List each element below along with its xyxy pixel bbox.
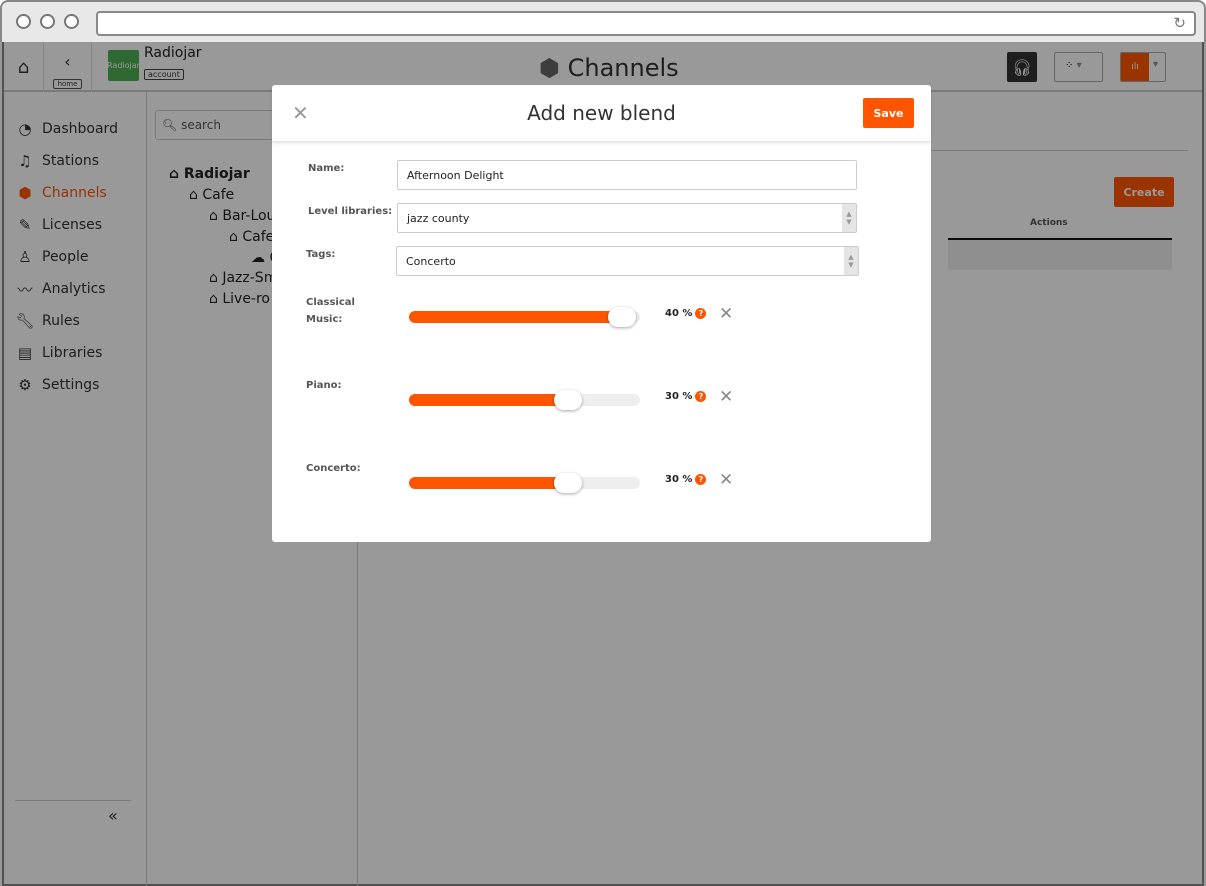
remove-blend-icon[interactable]: ✕	[719, 387, 733, 407]
slider-handle[interactable]	[607, 307, 636, 327]
blend-percent: 30 %?	[665, 391, 707, 402]
slider-handle[interactable]	[554, 473, 583, 493]
blend-label: Concerto:	[306, 463, 361, 474]
level-libraries-label: Level libraries:	[308, 206, 393, 217]
help-icon[interactable]: ?	[695, 391, 707, 402]
browser-chrome: ↻	[0, 0, 1206, 42]
blend-label: Classical Music:	[306, 297, 355, 325]
blend-percent: 40 %?	[665, 308, 707, 319]
slider-fill	[409, 477, 569, 489]
blend-slider[interactable]	[409, 307, 640, 327]
blend-percent: 30 %?	[665, 474, 707, 485]
slider-fill	[409, 394, 569, 406]
name-input[interactable]: Afternoon Delight	[397, 160, 857, 190]
remove-blend-icon[interactable]: ✕	[719, 304, 733, 324]
select-arrows-icon: ▲ ▼	[842, 204, 856, 232]
blend-slider[interactable]	[409, 390, 640, 410]
window-close-dot[interactable]	[16, 14, 31, 29]
blend-label: Piano:	[306, 380, 342, 391]
name-label: Name:	[308, 163, 345, 174]
window-minimize-dot[interactable]	[40, 14, 55, 29]
help-icon[interactable]: ?	[695, 308, 707, 319]
tags-select[interactable]: Concerto ▲ ▼	[396, 246, 859, 276]
slider-fill	[409, 311, 622, 323]
level-libraries-select[interactable]: jazz county ▲ ▼	[397, 203, 857, 233]
add-blend-modal: ✕ Add new blend Save Name: Afternoon Del…	[272, 85, 931, 542]
window-maximize-dot[interactable]	[64, 14, 79, 29]
address-bar[interactable]: ↻	[96, 11, 1196, 36]
modal-title: Add new blend	[527, 101, 676, 125]
help-icon[interactable]: ?	[695, 474, 707, 485]
select-arrows-icon: ▲ ▼	[844, 247, 858, 275]
blend-slider[interactable]	[409, 473, 640, 493]
remove-blend-icon[interactable]: ✕	[719, 470, 733, 490]
tags-label: Tags:	[306, 249, 336, 260]
save-button[interactable]: Save	[863, 98, 914, 128]
reload-icon[interactable]: ↻	[1173, 14, 1186, 32]
slider-handle[interactable]	[554, 390, 583, 410]
